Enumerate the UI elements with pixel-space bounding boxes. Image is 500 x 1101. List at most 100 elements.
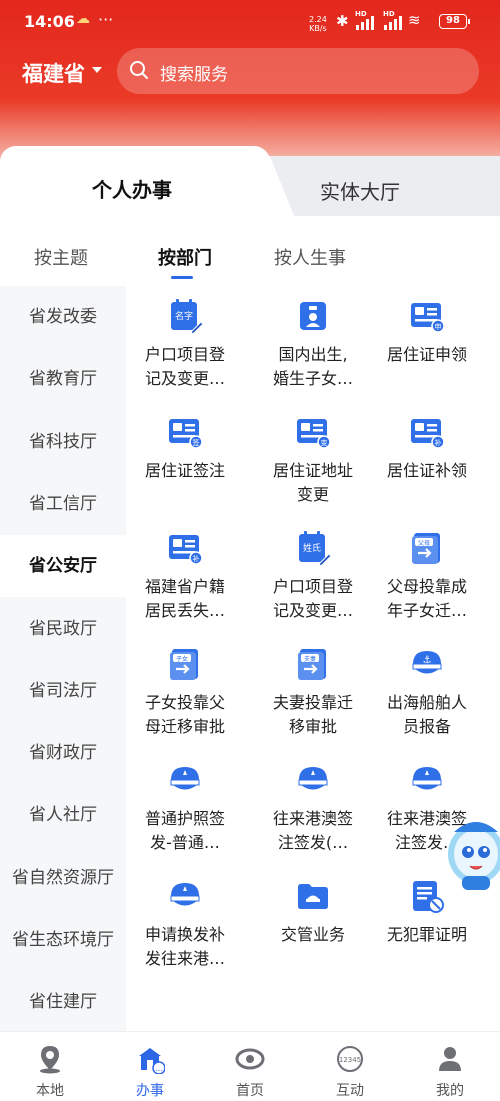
- service-item[interactable]: 补 居住证补领: [370, 402, 484, 517]
- nav-item[interactable]: 首页: [200, 1032, 300, 1101]
- service-label: 居住证签注: [144, 461, 225, 480]
- service-item[interactable]: 普通护照签 发-普通…: [128, 750, 242, 865]
- service-item[interactable]: 补 福建省户籍 居民丢失…: [128, 518, 242, 633]
- sidebar-department-item[interactable]: 省民政厅: [0, 598, 126, 660]
- service-grid: 名字 户口项目登 记及变更… 国内出生, 婚生子女… 申 居住证申领 签 居住证签注: [126, 286, 500, 1031]
- svg-text:夫妻: 夫妻: [304, 655, 316, 663]
- nav-label: 本地: [36, 1083, 64, 1099]
- sidebar-department-item[interactable]: 省生态环境厅: [0, 909, 126, 971]
- service-label: 居住证补领: [386, 461, 467, 480]
- nav-label: 办事: [136, 1083, 164, 1099]
- sidebar-department-item[interactable]: 省人社厅: [0, 784, 126, 846]
- status-time: 14:06: [24, 12, 75, 31]
- svg-text:补: 补: [435, 438, 442, 447]
- service-item[interactable]: 变 居住证地址 变更: [256, 402, 370, 517]
- sidebar-department-item[interactable]: 省财政厅: [0, 722, 126, 784]
- province-selector[interactable]: 福建省: [22, 58, 85, 88]
- service-label: 出海船舶人 员报备: [386, 693, 467, 736]
- service-item[interactable]: 签 居住证签注: [128, 402, 242, 517]
- service-label: 户口项目登 记及变更…: [144, 345, 225, 388]
- service-label: 国内出生, 婚生子女…: [272, 345, 353, 388]
- nav-item[interactable]: … 办事: [100, 1032, 200, 1101]
- signal-2-icon: [384, 14, 406, 30]
- id-card-reissue-icon: 补: [169, 535, 203, 565]
- service-label: 户口项目登 记及变更…: [272, 577, 353, 620]
- residence-card-address-icon: 变: [297, 419, 331, 449]
- service-item[interactable]: 申 居住证申领: [370, 286, 484, 401]
- service-label: 福建省户籍 居民丢失…: [144, 577, 225, 620]
- content-area: 按主题 按部门 按人生事 省发改委 省教育厅 省科技厅 省工信厅 省公安厅 省民政厅 省司法…: [0, 216, 500, 1031]
- sidebar-department-item[interactable]: 省公安厅: [0, 535, 126, 598]
- bottom-navigation: 本地 … 办事 首页 12345 互动 我的: [0, 1031, 500, 1101]
- police-cap-icon: [412, 767, 442, 790]
- service-item[interactable]: 交管业务: [256, 866, 370, 981]
- service-item[interactable]: 夫妻 夫妻投靠迁 移审批: [256, 634, 370, 749]
- svg-text:申: 申: [435, 322, 442, 331]
- nav-item[interactable]: 本地: [0, 1032, 100, 1101]
- svg-text:变: 变: [321, 438, 328, 447]
- location-pin-icon: [40, 1046, 60, 1074]
- search-icon: [130, 61, 148, 79]
- bluetooth-icon: ✱: [336, 12, 349, 30]
- sidebar-department-item[interactable]: 省住建厅: [0, 971, 126, 1033]
- svg-text:父母: 父母: [418, 540, 430, 547]
- nav-item[interactable]: 12345 互动: [300, 1032, 400, 1101]
- sidebar-department-item[interactable]: 省工信厅: [0, 473, 126, 535]
- service-item[interactable]: ⚓ 出海船舶人 员报备: [370, 634, 484, 749]
- service-item[interactable]: 子女 子女投靠父 母迁移审批: [128, 634, 242, 749]
- status-bar: 14:06 ☁ ··· 2.24 KB/s ✱ HD HD ≋ 98: [0, 0, 500, 44]
- service-label: 夫妻投靠迁 移审批: [272, 693, 353, 736]
- residence-card-reissue-icon: 补: [411, 419, 445, 449]
- traffic-folder-icon: [298, 884, 328, 909]
- sidebar-department-item[interactable]: 省自然资源厅: [0, 847, 126, 909]
- user-profile-icon: [439, 1047, 461, 1071]
- service-item[interactable]: 往来港澳签 注签发(…: [256, 750, 370, 865]
- caret-down-icon[interactable]: [92, 67, 102, 73]
- residence-card-apply-icon: 申: [411, 303, 445, 333]
- home-eye-icon: [235, 1048, 265, 1070]
- filter-tab-by-theme[interactable]: 按主题: [34, 244, 88, 270]
- service-item[interactable]: 国内出生, 婚生子女…: [256, 286, 370, 401]
- service-label: 父母投靠成 年子女迁…: [386, 577, 467, 620]
- main-tabs: 实体大厅 个人办事: [0, 146, 500, 216]
- nav-item[interactable]: 我的: [400, 1032, 500, 1101]
- filter-tabs: 按主题 按部门 按人生事: [0, 216, 500, 286]
- search-bar[interactable]: 搜索服务: [117, 48, 479, 94]
- name-card-edit-icon: 名字: [171, 299, 203, 334]
- svg-text:签: 签: [193, 438, 200, 447]
- surname-edit-icon: 姓氏: [299, 531, 331, 566]
- police-cap-icon: [298, 767, 328, 790]
- service-label: 交管业务: [280, 925, 345, 944]
- service-label: 普通护照签 发-普通…: [144, 809, 225, 852]
- signal-1-icon: [356, 14, 378, 30]
- anchor-cap-icon: ⚓: [412, 651, 442, 674]
- sidebar-department-item[interactable]: 省科技厅: [0, 411, 126, 473]
- mascot-assistant-icon[interactable]: [440, 812, 500, 892]
- police-cap-icon: [170, 767, 200, 790]
- service-item[interactable]: 申请换发补 发往来港…: [128, 866, 242, 981]
- tab-personal-affairs[interactable]: 个人办事: [0, 146, 270, 216]
- service-item[interactable]: 名字 户口项目登 记及变更…: [128, 286, 242, 401]
- wifi-icon: ≋: [408, 11, 421, 29]
- id-badge-icon: [300, 302, 326, 330]
- nav-label: 互动: [336, 1083, 364, 1099]
- service-label: 无犯罪证明: [386, 925, 467, 944]
- service-item[interactable]: 姓氏 户口项目登 记及变更…: [256, 518, 370, 633]
- residence-card-endorse-icon: 签: [169, 419, 203, 449]
- service-item[interactable]: 父母 父母投靠成 年子女迁…: [370, 518, 484, 633]
- sidebar-department-item[interactable]: 省教育厅: [0, 348, 126, 410]
- svg-text:⚓: ⚓: [423, 655, 432, 666]
- sidebar-department-item[interactable]: 省发改委: [0, 286, 126, 348]
- nav-label: 我的: [436, 1083, 464, 1099]
- service-label: 子女投靠父 母迁移审批: [144, 693, 225, 736]
- network-speed: 2.24 KB/s: [309, 15, 327, 33]
- service-hall-icon: …: [139, 1048, 165, 1074]
- service-label: 申请换发补 发往来港…: [144, 925, 225, 968]
- children-transfer-book-icon: 子女: [170, 649, 198, 680]
- sidebar-department-item[interactable]: 省司法厅: [0, 660, 126, 722]
- filter-tab-by-department[interactable]: 按部门: [158, 244, 212, 270]
- department-sidebar: 省发改委 省教育厅 省科技厅 省工信厅 省公安厅 省民政厅 省司法厅 省财政厅 省人社厅 省自然资…: [0, 286, 126, 1031]
- filter-tab-by-life-event[interactable]: 按人生事: [274, 244, 346, 270]
- nav-label: 首页: [236, 1083, 264, 1099]
- active-tab-underline: [171, 276, 193, 279]
